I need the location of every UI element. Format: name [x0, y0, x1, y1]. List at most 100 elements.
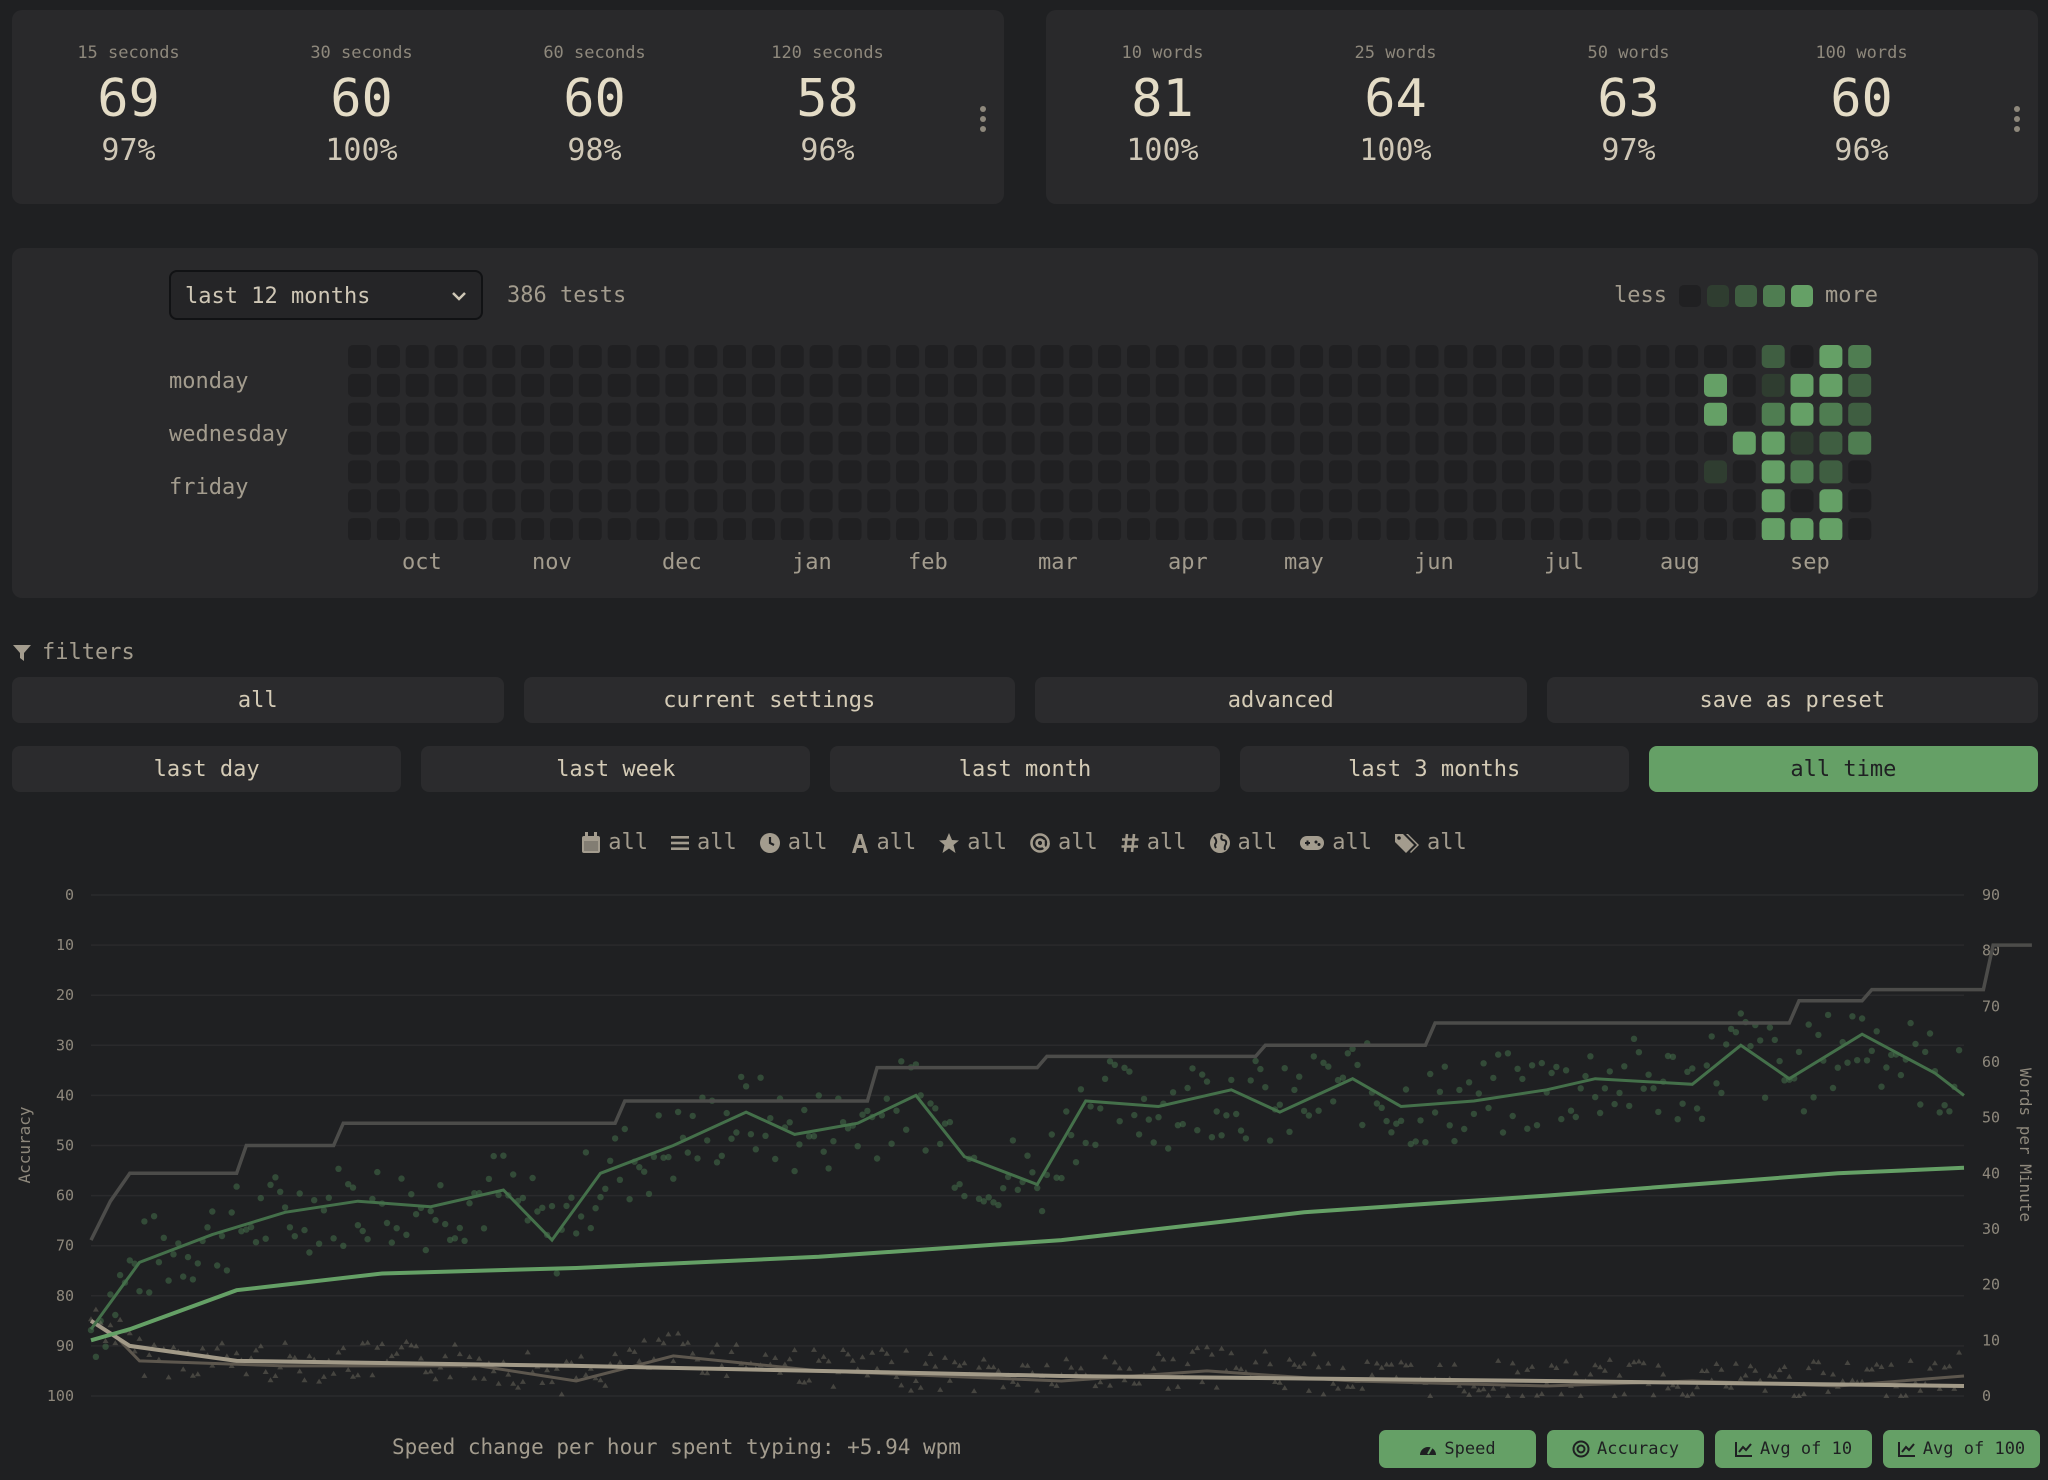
wpm-point[interactable] [223, 1267, 231, 1274]
accuracy-point[interactable] [845, 1351, 851, 1357]
heatmap-cell[interactable] [1300, 518, 1324, 540]
heatmap-cell[interactable] [1848, 518, 1872, 540]
wpm-point[interactable] [548, 1202, 556, 1210]
heatmap-cell[interactable] [1819, 345, 1843, 368]
accuracy-point[interactable] [1451, 1361, 1458, 1367]
accuracy-point[interactable] [1509, 1360, 1516, 1366]
heatmap-cell[interactable] [751, 460, 775, 484]
wpm-point[interactable] [461, 1237, 468, 1244]
wpm-point[interactable] [1917, 1101, 1924, 1108]
accuracy-point[interactable] [1019, 1362, 1026, 1368]
heatmap-cell[interactable] [1069, 431, 1093, 455]
wpm-point[interactable] [932, 1105, 939, 1112]
heatmap-cell[interactable] [376, 345, 400, 368]
heatmap-cell[interactable] [953, 460, 977, 484]
heatmap-cell[interactable] [809, 402, 833, 426]
wpm-point[interactable] [180, 1273, 187, 1280]
wpm-point[interactable] [1422, 1139, 1429, 1146]
accuracy-point[interactable] [1752, 1367, 1759, 1373]
wpm-point[interactable] [1126, 1068, 1133, 1075]
accuracy-point[interactable] [801, 1379, 808, 1385]
heatmap-cell[interactable] [550, 402, 573, 426]
accuracy-point[interactable] [723, 1373, 730, 1378]
wpm-point[interactable] [1135, 1131, 1143, 1138]
heatmap-cell[interactable] [925, 345, 948, 368]
accuracy-point[interactable] [1165, 1385, 1172, 1391]
heatmap-cell[interactable] [1761, 489, 1785, 513]
accuracy-point[interactable] [1339, 1365, 1346, 1371]
heatmap-cell[interactable] [1069, 518, 1093, 540]
wpm-point[interactable] [762, 1132, 769, 1139]
accuracy-point[interactable] [1301, 1360, 1308, 1366]
wpm-point[interactable] [577, 1213, 585, 1220]
wpm-point[interactable] [107, 1291, 114, 1298]
heatmap-cell[interactable] [1848, 373, 1872, 397]
heatmap-cell[interactable] [463, 373, 487, 397]
heatmap-cell[interactable] [348, 402, 371, 426]
heatmap-cell[interactable] [1559, 402, 1583, 426]
accuracy-point[interactable] [1572, 1370, 1579, 1376]
heatmap-cell[interactable] [1848, 345, 1872, 368]
heatmap-cell[interactable] [1588, 489, 1612, 513]
accuracy-point[interactable] [1131, 1380, 1138, 1386]
heatmap-cell[interactable] [607, 431, 631, 455]
accuracy-point[interactable] [961, 1360, 968, 1366]
accuracy-point[interactable] [675, 1330, 682, 1336]
wpm-point[interactable] [1058, 1174, 1065, 1182]
accuracy-point[interactable] [1665, 1385, 1671, 1391]
accuracy-point[interactable] [1310, 1351, 1317, 1357]
heatmap-cell[interactable] [1617, 489, 1641, 513]
accuracy-point[interactable] [1597, 1364, 1604, 1370]
wpm-point[interactable] [694, 1155, 701, 1162]
wpm-point[interactable] [1165, 1145, 1172, 1152]
accuracy-point[interactable] [1014, 1381, 1021, 1387]
accuracy-point[interactable] [1189, 1348, 1196, 1354]
accuracy-point[interactable] [1461, 1388, 1468, 1394]
heatmap-cell[interactable] [1328, 431, 1352, 455]
heatmap-cell[interactable] [1559, 373, 1583, 397]
accuracy-point[interactable] [1281, 1385, 1288, 1391]
accuracy-point[interactable] [1650, 1392, 1657, 1398]
wpm-point[interactable] [1397, 1117, 1405, 1124]
wpm-point[interactable] [573, 1230, 580, 1237]
accuracy-point[interactable] [888, 1359, 895, 1365]
accuracy-point[interactable] [481, 1375, 487, 1381]
wpm-point[interactable] [985, 1194, 992, 1201]
accuracy-point[interactable] [476, 1355, 483, 1361]
wpm-point[interactable] [927, 1100, 934, 1107]
wpm-point[interactable] [1567, 1107, 1575, 1114]
heatmap-cell[interactable] [1271, 431, 1295, 455]
wpm-point[interactable] [1354, 1061, 1361, 1069]
heatmap-cell[interactable] [1155, 373, 1179, 397]
heatmap-cell[interactable] [1011, 345, 1035, 368]
accuracy-point[interactable] [1538, 1391, 1545, 1396]
accuracy-point[interactable] [1369, 1372, 1375, 1378]
accuracy-point[interactable] [165, 1374, 172, 1380]
accuracy-point[interactable] [117, 1316, 124, 1322]
accuracy-point[interactable] [641, 1337, 648, 1343]
wpm-point[interactable] [1708, 1033, 1715, 1040]
heatmap-cell[interactable] [636, 373, 660, 397]
heatmap-cell[interactable] [405, 402, 429, 426]
accuracy-point[interactable] [243, 1371, 250, 1377]
heatmap-cell[interactable] [925, 518, 948, 540]
heatmap-cell[interactable] [521, 460, 545, 484]
accuracy-point[interactable] [1286, 1356, 1293, 1362]
heatmap-cell[interactable] [1559, 460, 1583, 484]
accuracy-point[interactable] [932, 1363, 939, 1369]
accuracy-point[interactable] [951, 1359, 958, 1365]
heatmap-cell[interactable] [1761, 373, 1785, 397]
accuracy-point[interactable] [1000, 1384, 1007, 1390]
heatmap-cell[interactable] [953, 489, 977, 513]
filter-tags[interactable]: all [1394, 830, 1467, 855]
heatmap-cell[interactable] [1704, 431, 1727, 455]
heatmap-cell[interactable] [1069, 489, 1093, 513]
accuracy-point[interactable] [1762, 1387, 1769, 1393]
wpm-point[interactable] [267, 1181, 274, 1188]
wpm-point[interactable] [1325, 1063, 1332, 1070]
heatmap-cell[interactable] [1530, 460, 1554, 484]
accuracy-point[interactable] [1267, 1361, 1274, 1367]
accuracy-point[interactable] [680, 1341, 686, 1347]
heatmap-cell[interactable] [1386, 402, 1410, 426]
heatmap-cell[interactable] [1473, 489, 1497, 513]
